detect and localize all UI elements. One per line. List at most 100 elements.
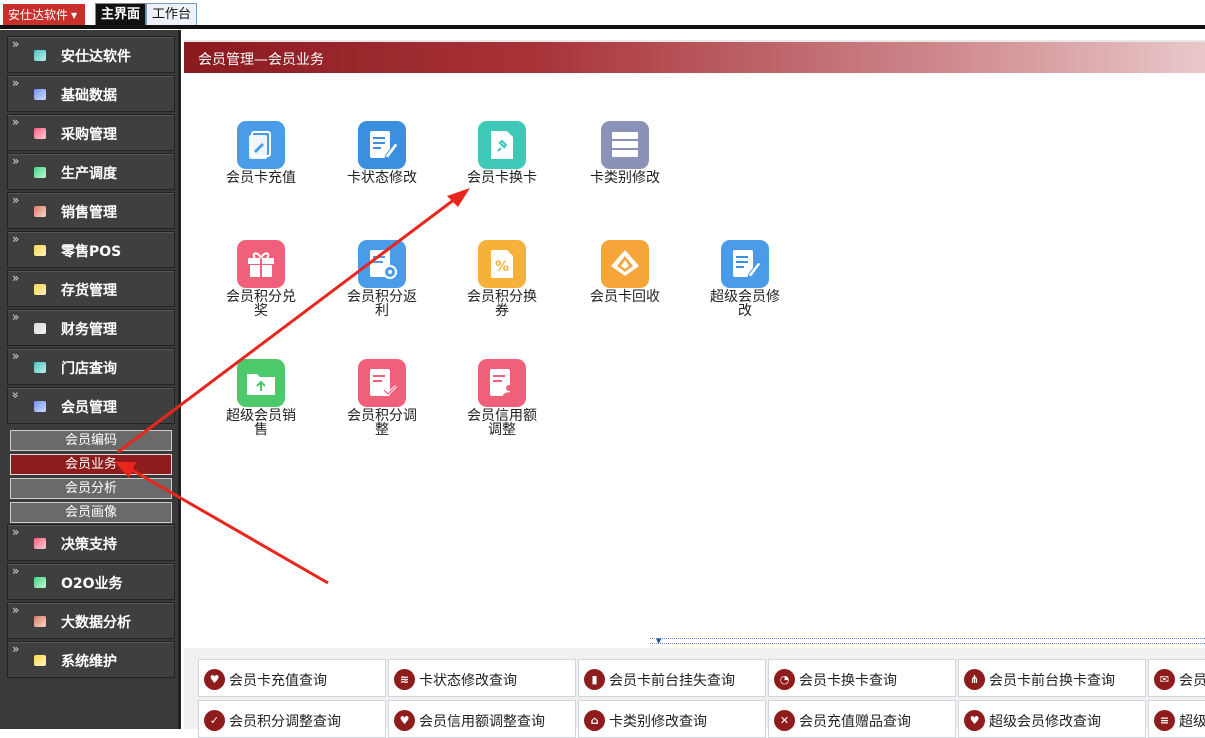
chevron-collapsed-icon: » — [12, 76, 20, 90]
sidebar-item-label: 会员管理 — [61, 400, 117, 416]
heart-icon: ♥ — [204, 669, 225, 690]
quick-query-panel: ♥ 会员卡充值查询 ≋ 卡状态修改查询 ▮ 会员卡前台挂失查询 ◔ 会员卡换卡查询 ⋔ 会员卡前台… — [184, 648, 1205, 738]
coupon-icon: % — [478, 240, 526, 288]
quick-link[interactable]: ✉ 会员 — [1148, 659, 1205, 697]
tab-main[interactable]: 主界面 — [95, 3, 147, 26]
function-tile-label: 卡状态修改 — [347, 170, 417, 186]
pie-icon: ◔ — [774, 669, 795, 690]
quick-link[interactable]: ✓ 会员积分调整查询 — [198, 700, 386, 738]
app-menu-button[interactable]: 安仕达软件 ▼ — [3, 4, 85, 26]
function-tile-5[interactable]: 会员积分兑奖 — [221, 240, 301, 330]
sidebar-item-10[interactable]: » 会员管理 — [7, 387, 175, 424]
finance-icon — [34, 323, 46, 334]
chevron-collapsed-icon: » — [12, 115, 20, 129]
sidebar-item-2[interactable]: » 基础数据 — [7, 75, 175, 112]
tab-workbench[interactable]: 工作台 — [146, 3, 198, 26]
doc-user-icon — [478, 359, 526, 407]
function-tile-label: 超级会员销售 — [226, 408, 296, 438]
sidebar-item-label: O2O业务 — [61, 576, 123, 592]
chevron-collapsed-icon: » — [12, 232, 20, 246]
sidebar-item-label: 基础数据 — [61, 88, 117, 104]
quick-link[interactable]: ♥ 超级会员修改查询 — [958, 700, 1146, 738]
tag-icon: ⌂ — [584, 710, 605, 731]
sidebar-item-5[interactable]: » 销售管理 — [7, 192, 175, 229]
doc-check-icon — [358, 359, 406, 407]
o2o-icon — [34, 577, 46, 588]
function-tile-9[interactable]: 超级会员修改 — [705, 240, 785, 330]
sidebar-subitem-3[interactable]: 会员分析 — [10, 478, 172, 499]
sidebar-item-1[interactable]: » 安仕达软件 — [7, 36, 175, 73]
function-tile-2[interactable]: 卡状态修改 — [342, 121, 422, 211]
chevron-collapsed-icon: » — [12, 642, 20, 656]
function-tile-label: 超级会员修改 — [710, 289, 780, 319]
chevron-down-icon: ▼ — [71, 10, 78, 20]
sidebar-item-3[interactable]: » 采购管理 — [7, 114, 175, 151]
chevron-expanded-icon: » — [8, 391, 23, 399]
quick-link[interactable]: ≋ 卡状态修改查询 — [388, 659, 576, 697]
server-icon — [601, 121, 649, 169]
collapse-arrow-icon: ▼ — [656, 637, 662, 645]
function-tile-6[interactable]: 会员积分返利 — [342, 240, 422, 330]
settings-icon — [34, 655, 46, 666]
app-menu-label: 安仕达软件 — [8, 8, 69, 22]
quick-link[interactable]: ▮ 会员卡前台挂失查询 — [578, 659, 766, 697]
quick-link[interactable]: ♥ 会员卡充值查询 — [198, 659, 386, 697]
sidebar-item-label: 决策支持 — [61, 537, 117, 553]
sidebar-item-label: 生产调度 — [61, 166, 117, 182]
sidebar-item-8[interactable]: » 财务管理 — [7, 309, 175, 346]
function-tile-12[interactable]: 会员信用额调整 — [462, 359, 542, 449]
folder-upload-icon — [237, 359, 285, 407]
quick-link-label: 会员卡充值查询 — [229, 673, 327, 689]
card-recharge-icon — [237, 121, 285, 169]
heart-icon: ♥ — [964, 710, 985, 731]
sidebar-subitem-4[interactable]: 会员画像 — [10, 502, 172, 523]
sidebar-item-13[interactable]: » 大数据分析 — [7, 602, 175, 639]
quick-link[interactable]: ✕ 会员充值赠品查询 — [768, 700, 956, 738]
chevron-collapsed-icon: » — [12, 349, 20, 363]
gift-icon — [237, 240, 285, 288]
sidebar-item-label: 门店查询 — [61, 361, 117, 377]
panel-splitter[interactable]: ▼ — [650, 637, 1205, 645]
layers-icon: ≋ — [394, 669, 415, 690]
sales-icon — [34, 206, 46, 217]
share-icon: ⋔ — [964, 669, 985, 690]
sidebar-item-6[interactable]: » 零售POS — [7, 231, 175, 268]
sidebar-item-label: 销售管理 — [61, 205, 117, 221]
database-icon — [34, 89, 46, 100]
quick-link[interactable]: ♥ 会员信用额调整查询 — [388, 700, 576, 738]
quick-link-label: 会员积分调整查询 — [229, 714, 341, 730]
function-tile-label: 会员积分返利 — [347, 289, 417, 319]
edit-doc-icon — [721, 240, 769, 288]
sidebar-item-12[interactable]: » O2O业务 — [7, 563, 175, 600]
sidebar-subitem-2[interactable]: 会员业务 — [10, 454, 172, 475]
sidebar-subitem-1[interactable]: 会员编码 — [10, 430, 172, 451]
inventory-icon — [34, 284, 46, 295]
chevron-collapsed-icon: » — [12, 271, 20, 285]
sidebar-item-11[interactable]: » 决策支持 — [7, 524, 175, 561]
sidebar-item-4[interactable]: » 生产调度 — [7, 153, 175, 190]
function-tile-11[interactable]: 会员积分调整 — [342, 359, 422, 449]
function-tile-8[interactable]: 会员卡回收 — [585, 240, 665, 330]
sidebar-item-7[interactable]: » 存货管理 — [7, 270, 175, 307]
quick-link[interactable]: ≡ 超级 — [1148, 700, 1205, 738]
function-tile-4[interactable]: 卡类别修改 — [585, 121, 665, 211]
content-header: 会员管理—会员业务 — [184, 40, 1205, 73]
x-icon: ✕ — [774, 710, 795, 731]
quick-link[interactable]: ⌂ 卡类别修改查询 — [578, 700, 766, 738]
function-tile-label: 会员卡回收 — [590, 289, 660, 305]
function-tile-7[interactable]: % 会员积分换券 — [462, 240, 542, 330]
sidebar: » 安仕达软件 » 基础数据 » 采购管理 » 生产调度 » 销售管理 » 零售POS » 存货管理 » 财务… — [0, 30, 181, 729]
chevron-collapsed-icon: » — [12, 193, 20, 207]
sidebar-item-14[interactable]: » 系统维护 — [7, 641, 175, 678]
store-icon — [34, 362, 46, 373]
quick-link-label: 会员 — [1179, 673, 1205, 689]
quick-link-label: 会员信用额调整查询 — [419, 714, 545, 730]
decision-icon — [34, 538, 46, 549]
function-tile-10[interactable]: 超级会员销售 — [221, 359, 301, 449]
sidebar-item-9[interactable]: » 门店查询 — [7, 348, 175, 385]
quick-link[interactable]: ⋔ 会员卡前台换卡查询 — [958, 659, 1146, 697]
function-tile-1[interactable]: 会员卡充值 — [221, 121, 301, 211]
chat-icon: ✉ — [1154, 669, 1175, 690]
quick-link[interactable]: ◔ 会员卡换卡查询 — [768, 659, 956, 697]
function-tile-3[interactable]: 会员卡换卡 — [462, 121, 542, 211]
